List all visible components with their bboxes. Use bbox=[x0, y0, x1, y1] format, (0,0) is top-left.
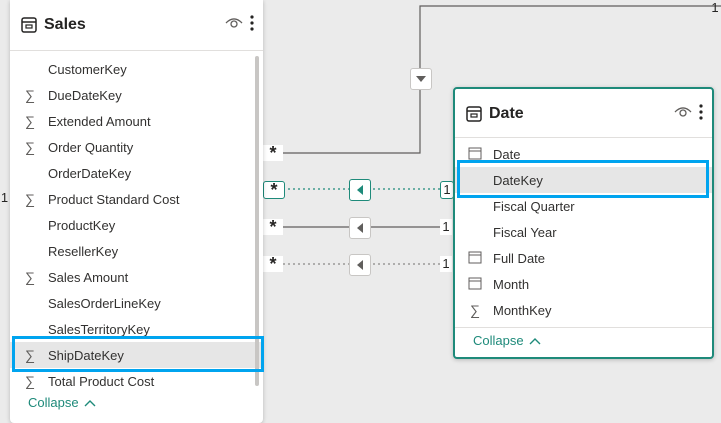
sigma-icon: ∑ bbox=[25, 87, 35, 103]
sigma-icon: ∑ bbox=[470, 302, 480, 318]
field-duedatekey[interactable]: ∑ DueDateKey bbox=[10, 82, 263, 108]
field-fiscal-year[interactable]: Fiscal Year bbox=[455, 219, 712, 245]
visibility-eye-icon[interactable] bbox=[674, 105, 692, 124]
more-options-icon[interactable] bbox=[698, 103, 704, 126]
sigma-icon: ∑ bbox=[25, 269, 35, 285]
sales-collapse-button[interactable]: Collapse bbox=[28, 395, 96, 410]
filter-direction-down-icon[interactable] bbox=[410, 68, 432, 90]
cardinality-one: 1 bbox=[0, 190, 9, 205]
calendar-icon bbox=[463, 250, 487, 267]
shipdatekey-highlight-frame bbox=[12, 336, 264, 372]
date-card-header[interactable]: Date bbox=[455, 89, 712, 139]
cardinality-one: 1 bbox=[440, 256, 452, 272]
more-options-icon[interactable] bbox=[249, 14, 255, 37]
cardinality-one: 1 bbox=[711, 0, 719, 15]
chevron-up-icon bbox=[529, 333, 541, 348]
filter-direction-left-icon-active[interactable] bbox=[349, 179, 371, 201]
field-salesorderlinekey[interactable]: SalesOrderLineKey bbox=[10, 290, 263, 316]
visibility-eye-icon[interactable] bbox=[225, 16, 243, 35]
table-icon bbox=[465, 105, 483, 123]
field-product-standard-cost[interactable]: ∑ Product Standard Cost bbox=[10, 186, 263, 212]
cardinality-many: * bbox=[263, 218, 283, 236]
field-resellerkey[interactable]: ResellerKey bbox=[10, 238, 263, 264]
field-extended-amount[interactable]: ∑ Extended Amount bbox=[10, 108, 263, 134]
field-month[interactable]: Month bbox=[455, 271, 712, 297]
field-sales-amount[interactable]: ∑ Sales Amount bbox=[10, 264, 263, 290]
field-order-quantity[interactable]: ∑ Order Quantity bbox=[10, 134, 263, 160]
table-icon bbox=[20, 16, 38, 34]
calendar-icon bbox=[463, 276, 487, 293]
cardinality-one: 1 bbox=[440, 219, 452, 235]
field-orderdatekey[interactable]: OrderDateKey bbox=[10, 160, 263, 186]
date-collapse-button[interactable]: Collapse bbox=[473, 333, 541, 348]
sales-card-header[interactable]: Sales bbox=[10, 0, 263, 50]
cardinality-many-active: * bbox=[263, 181, 285, 199]
field-customerkey[interactable]: CustomerKey bbox=[10, 56, 263, 82]
date-table-card[interactable]: Date Date DateKey Fiscal Quarter Fiscal … bbox=[453, 87, 714, 359]
chevron-up-icon bbox=[84, 395, 96, 410]
field-productkey[interactable]: ProductKey bbox=[10, 212, 263, 238]
sigma-icon: ∑ bbox=[25, 191, 35, 207]
sales-table-title: Sales bbox=[44, 16, 86, 33]
sigma-icon: ∑ bbox=[25, 373, 35, 389]
sigma-icon: ∑ bbox=[25, 113, 35, 129]
sigma-icon: ∑ bbox=[25, 139, 35, 155]
cardinality-one-active: 1 bbox=[440, 181, 454, 199]
cardinality-many: * bbox=[263, 144, 283, 162]
cardinality-many: * bbox=[263, 255, 283, 273]
date-table-title: Date bbox=[489, 105, 524, 122]
filter-direction-left-icon[interactable] bbox=[349, 254, 371, 276]
field-full-date[interactable]: Full Date bbox=[455, 245, 712, 271]
datekey-highlight-frame bbox=[457, 160, 709, 198]
field-monthkey[interactable]: ∑ MonthKey bbox=[455, 297, 712, 323]
filter-direction-left-icon[interactable] bbox=[349, 217, 371, 239]
